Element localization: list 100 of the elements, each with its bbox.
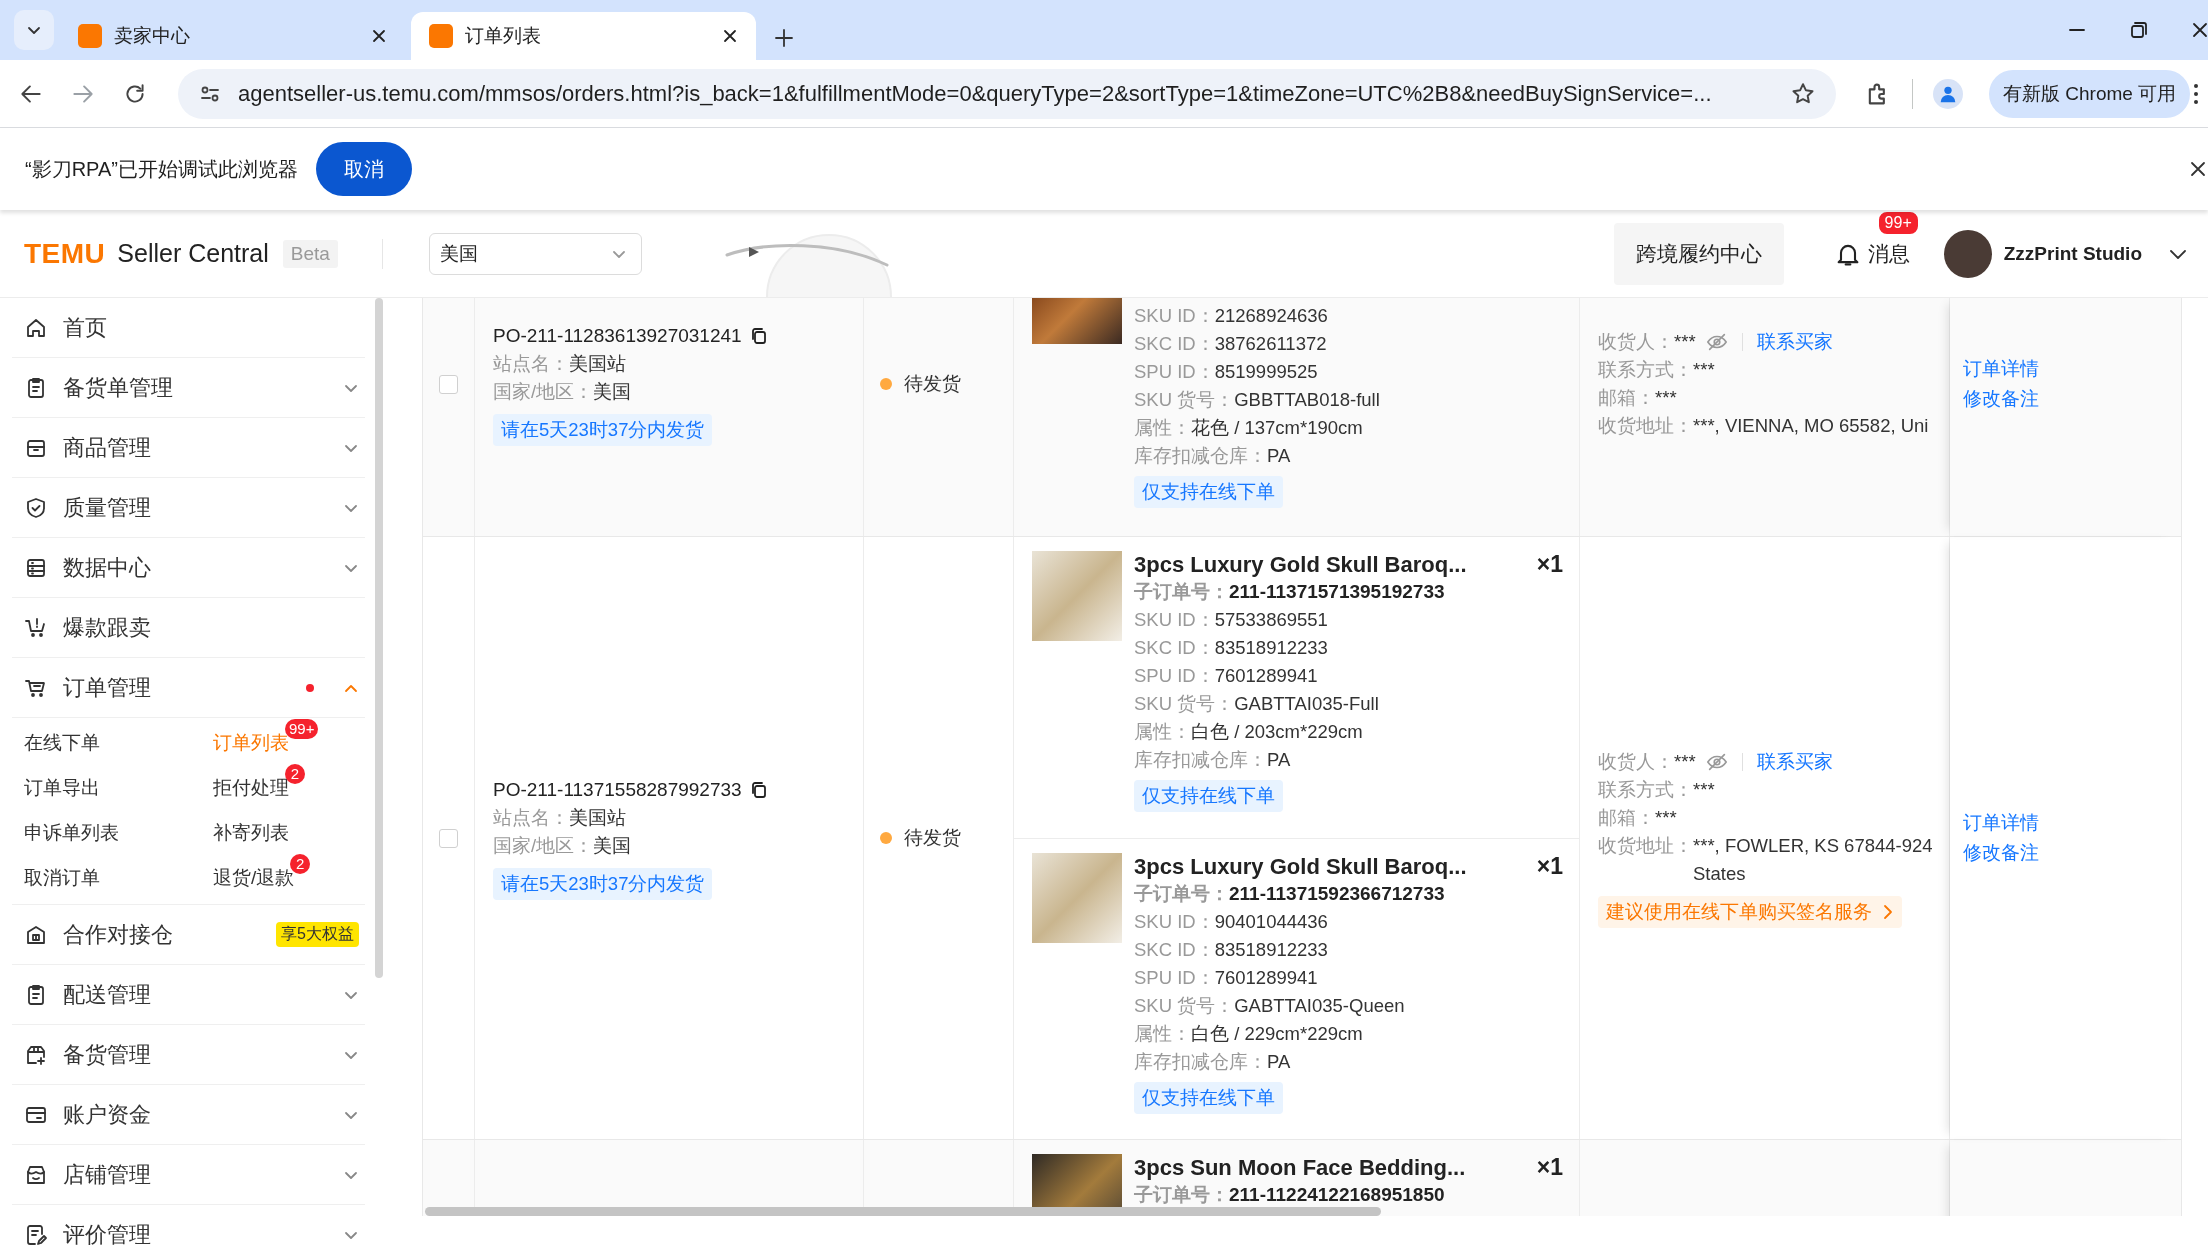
horizontal-scrollbar[interactable] (425, 1207, 1381, 1216)
action-link[interactable]: 订单详情 (1963, 354, 2039, 384)
online-order-tag: 仅支持在线下单 (1134, 780, 1283, 812)
contact-info: 联系方式：*** (1598, 358, 1715, 382)
tab-list-button[interactable] (14, 10, 54, 50)
region-info: 国家/地区：美国 (493, 380, 632, 404)
online-order-tag: 仅支持在线下单 (1134, 476, 1283, 508)
consignee-info: 收货人：*** (1598, 750, 1696, 774)
contact-info: 联系方式：*** (1598, 778, 1715, 802)
submenu-item[interactable]: 补寄列表 (213, 821, 289, 845)
eye-off-icon[interactable] (1705, 751, 1728, 773)
sidebar-item[interactable]: 商品管理 (12, 418, 365, 478)
product-title[interactable]: 3pcs Sun Moon Face Bedding... (1134, 1154, 1466, 1181)
sidebar-item[interactable]: 配送管理 (12, 965, 365, 1025)
sidebar-item[interactable]: 账户资金 (12, 1085, 365, 1145)
submenu-item[interactable]: 取消订单 (24, 866, 100, 890)
sub-order-number: 子订单号：211-11224122168951850 (1134, 1183, 1445, 1207)
shipping-address: 收货地址：***, VIENNA, MO 65582, Uni (1598, 414, 1929, 438)
address-bar[interactable]: agentseller-us.temu.com/mmsos/orders.html?is_back=1&fulfillmentMode=0&queryType=2&sortType=1&timeZone=UTC%2B8&needBuySignService=... (178, 68, 1836, 119)
cancel-button[interactable]: 取消 (315, 142, 412, 196)
favicon-icon (78, 24, 102, 48)
copy-icon[interactable] (749, 781, 768, 799)
messages-link[interactable]: 消息 (1867, 239, 1910, 268)
product-attribute: SKU ID：57533869551 (1134, 608, 1328, 632)
browser-tab[interactable]: 卖家中心 (60, 12, 405, 60)
product-attribute: 库存扣减仓库：PA (1134, 1050, 1291, 1074)
email-info: 邮箱：*** (1598, 386, 1677, 410)
product-attribute: 属性：花色 / 137cm*190cm (1134, 416, 1363, 440)
copy-icon[interactable] (749, 327, 768, 345)
action-link[interactable]: 修改备注 (1963, 384, 2039, 414)
product-attribute: SKC ID：38762611372 (1134, 332, 1327, 356)
shield-check-icon (24, 495, 48, 520)
favicon-icon (429, 24, 453, 48)
browser-tab[interactable]: 订单列表 (411, 12, 756, 60)
vertical-scrollbar[interactable] (375, 298, 383, 978)
product-attribute: 属性：白色 / 203cm*229cm (1134, 720, 1363, 744)
url-text: agentseller-us.temu.com/mmsos/orders.html?is_back=1&fulfillmentMode=0&queryType=2&sortType=1&timeZone=UTC%2B8&needBuySignService=... (238, 80, 1713, 107)
restore-icon[interactable] (2130, 21, 2148, 39)
close-icon[interactable] (722, 28, 738, 44)
document-pen-icon (24, 1222, 48, 1247)
submenu-item[interactable]: 在线下单 (24, 731, 100, 755)
notification-badge: 99+ (1876, 209, 1920, 236)
contact-buyer-link[interactable]: 联系买家 (1756, 328, 1833, 356)
product-title[interactable]: 3pcs Luxury Gold Skull Baroq... (1134, 853, 1467, 880)
contact-buyer-link[interactable]: 联系买家 (1756, 748, 1833, 776)
chevron-right-icon (1882, 904, 1894, 920)
sidebar-item[interactable]: 爆款跟卖 (12, 598, 365, 658)
checkbox[interactable] (439, 828, 458, 848)
email-info: 邮箱：*** (1598, 806, 1677, 830)
sidebar-item[interactable]: 备货管理 (12, 1025, 365, 1085)
sidebar-item[interactable]: 质量管理 (12, 478, 365, 538)
sidebar-item[interactable]: 合作对接仓 享5大权益 (12, 905, 365, 965)
action-link[interactable]: 订单详情 (1963, 808, 2039, 838)
product-attribute: SPU ID：8519999525 (1134, 360, 1318, 384)
close-icon[interactable] (371, 28, 387, 44)
submenu-item[interactable]: 申诉单列表 (24, 821, 119, 845)
consignee-info: 收货人：*** (1598, 330, 1696, 354)
online-order-tag: 仅支持在线下单 (1134, 1082, 1283, 1114)
submenu-item[interactable]: 订单导出 (24, 776, 100, 800)
status-text: 待发货 (904, 826, 961, 850)
update-chrome-button[interactable]: 有新版 Chrome 可用 (1989, 69, 2191, 118)
product-attribute: SKU 货号：GABTTAI035-Queen (1134, 994, 1405, 1018)
sidebar-item[interactable]: 首页 (12, 298, 365, 358)
region-select[interactable]: 美国 (428, 232, 642, 275)
profile-icon[interactable] (1933, 78, 1963, 109)
sub-order-number: 子订单号：211-11371592366712733 (1134, 882, 1445, 906)
product-attribute: 属性：白色 / 229cm*229cm (1134, 1022, 1363, 1046)
benefit-tag: 享5大权益 (276, 922, 359, 947)
close-icon[interactable] (2192, 22, 2208, 38)
quantity: ×1 (1536, 551, 1563, 578)
product-attribute: SKC ID：83518912233 (1134, 938, 1328, 962)
order-number: PO-211-11371558287992733 (493, 778, 742, 802)
count-badge: 2 (290, 854, 311, 874)
product-attribute: 库存扣减仓库：PA (1134, 748, 1291, 772)
new-tab-icon[interactable] (774, 28, 794, 48)
product-name: Seller Central (117, 239, 269, 268)
order-number: PO-211-11283613927031241 (493, 324, 742, 348)
region-info: 国家/地区：美国 (493, 834, 632, 858)
product-attribute: SKU ID：90401044436 (1134, 910, 1328, 934)
quantity: ×1 (1536, 853, 1563, 880)
eye-off-icon[interactable] (1705, 331, 1728, 353)
product-title[interactable]: 3pcs Luxury Gold Skull Baroq... (1134, 551, 1467, 578)
close-icon[interactable] (2190, 161, 2206, 177)
action-link[interactable]: 修改备注 (1963, 838, 2039, 868)
product-attribute: SPU ID：7601289941 (1134, 664, 1318, 688)
sidebar-item[interactable]: 数据中心 (12, 538, 365, 598)
deadline-tag: 请在5天23时37分内发货 (493, 868, 713, 900)
quantity: ×1 (1536, 1154, 1563, 1181)
sidebar-item[interactable]: 店铺管理 (12, 1145, 365, 1205)
sidebar-item[interactable]: 备货单管理 (12, 358, 365, 418)
fulfillment-center-button[interactable]: 跨境履约中心 (1613, 222, 1784, 285)
checkbox[interactable] (439, 374, 458, 394)
product-attribute: SKU 货号：GABTTAI035-Full (1134, 692, 1379, 716)
product-attribute: SKU ID：21268924636 (1134, 304, 1328, 328)
cart-alert-icon (24, 615, 48, 640)
info-message: “影刀RPA”已开始调试此浏览器 (25, 156, 298, 182)
account-name[interactable]: ZzzPrint Studio (2003, 242, 2142, 265)
sub-order-number: 子订单号：211-11371571395192733 (1134, 580, 1445, 604)
sidebar-item[interactable]: 评价管理 (12, 1205, 365, 1254)
sidebar-item[interactable]: 订单管理 (12, 658, 365, 718)
